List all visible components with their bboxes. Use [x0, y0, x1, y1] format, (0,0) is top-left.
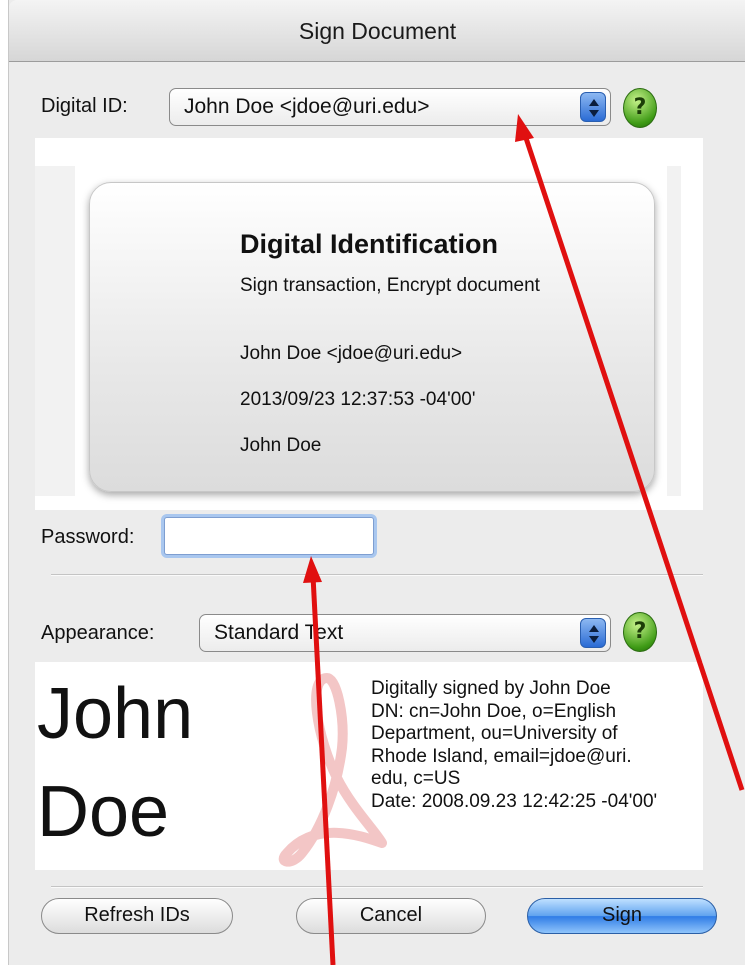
signature-detail-line: Digitally signed by John Doe	[371, 678, 611, 699]
acrobat-watermark-icon	[278, 673, 387, 867]
title-bar[interactable]: Sign Document	[9, 0, 745, 62]
signature-detail-line: Department, ou=University of	[371, 723, 618, 745]
digital-id-select[interactable]: John Doe <jdoe@uri.edu>	[169, 88, 611, 126]
dialog-title: Sign Document	[298, 18, 457, 44]
signature-detail-line: DN: cn=John Doe, o=English	[371, 700, 617, 722]
refresh-ids-button[interactable]: Refresh IDs	[41, 898, 233, 934]
signature-appearance-preview: John Doe Digitally signed by John Doe DN…	[35, 662, 703, 870]
id-card-datetime: 2013/09/23 12:37:53 -04'00'	[240, 389, 476, 410]
id-card-usage: Sign transaction, Encrypt document	[240, 275, 540, 296]
id-card: Digital Identification Sign transaction,…	[89, 182, 655, 492]
digital-id-label: Digital ID:	[41, 95, 128, 117]
divider	[51, 886, 703, 888]
signature-name-line2: Doe	[37, 772, 170, 852]
digital-id-help-icon[interactable]: ?	[623, 88, 657, 128]
appearance-value: Standard Text	[214, 621, 344, 644]
digital-id-preview: Digital Identification Sign transaction,…	[35, 138, 703, 510]
password-input[interactable]	[164, 517, 374, 555]
signature-detail-line: edu, c=US	[371, 768, 461, 790]
id-card-name: John Doe	[240, 435, 322, 456]
digital-id-value: John Doe <jdoe@uri.edu>	[184, 95, 430, 118]
appearance-select[interactable]: Standard Text	[199, 614, 611, 652]
id-card-title: Digital Identification	[240, 229, 499, 259]
popup-arrows-icon	[580, 618, 606, 648]
appearance-label: Appearance:	[41, 622, 155, 644]
divider	[51, 574, 703, 576]
sign-document-dialog: Sign Document Digital ID: John Doe <jdoe…	[8, 0, 745, 965]
signature-name-line1: John	[37, 674, 194, 754]
preview-margin	[35, 166, 75, 496]
password-label: Password:	[41, 526, 135, 548]
popup-arrows-icon	[580, 92, 606, 122]
preview-margin	[667, 166, 681, 496]
id-card-name-email: John Doe <jdoe@uri.edu>	[240, 343, 463, 364]
signature-detail-line: Date: 2008.09.23 12:42:25 -04'00'	[371, 790, 658, 812]
cancel-button[interactable]: Cancel	[296, 898, 486, 934]
signature-detail-line: Rhode Island, email=jdoe@uri.	[371, 745, 632, 767]
signature-details: Digitally signed by John Doe DN: cn=John…	[371, 678, 701, 814]
appearance-help-icon[interactable]: ?	[623, 612, 657, 652]
sign-button[interactable]: Sign	[527, 898, 717, 934]
